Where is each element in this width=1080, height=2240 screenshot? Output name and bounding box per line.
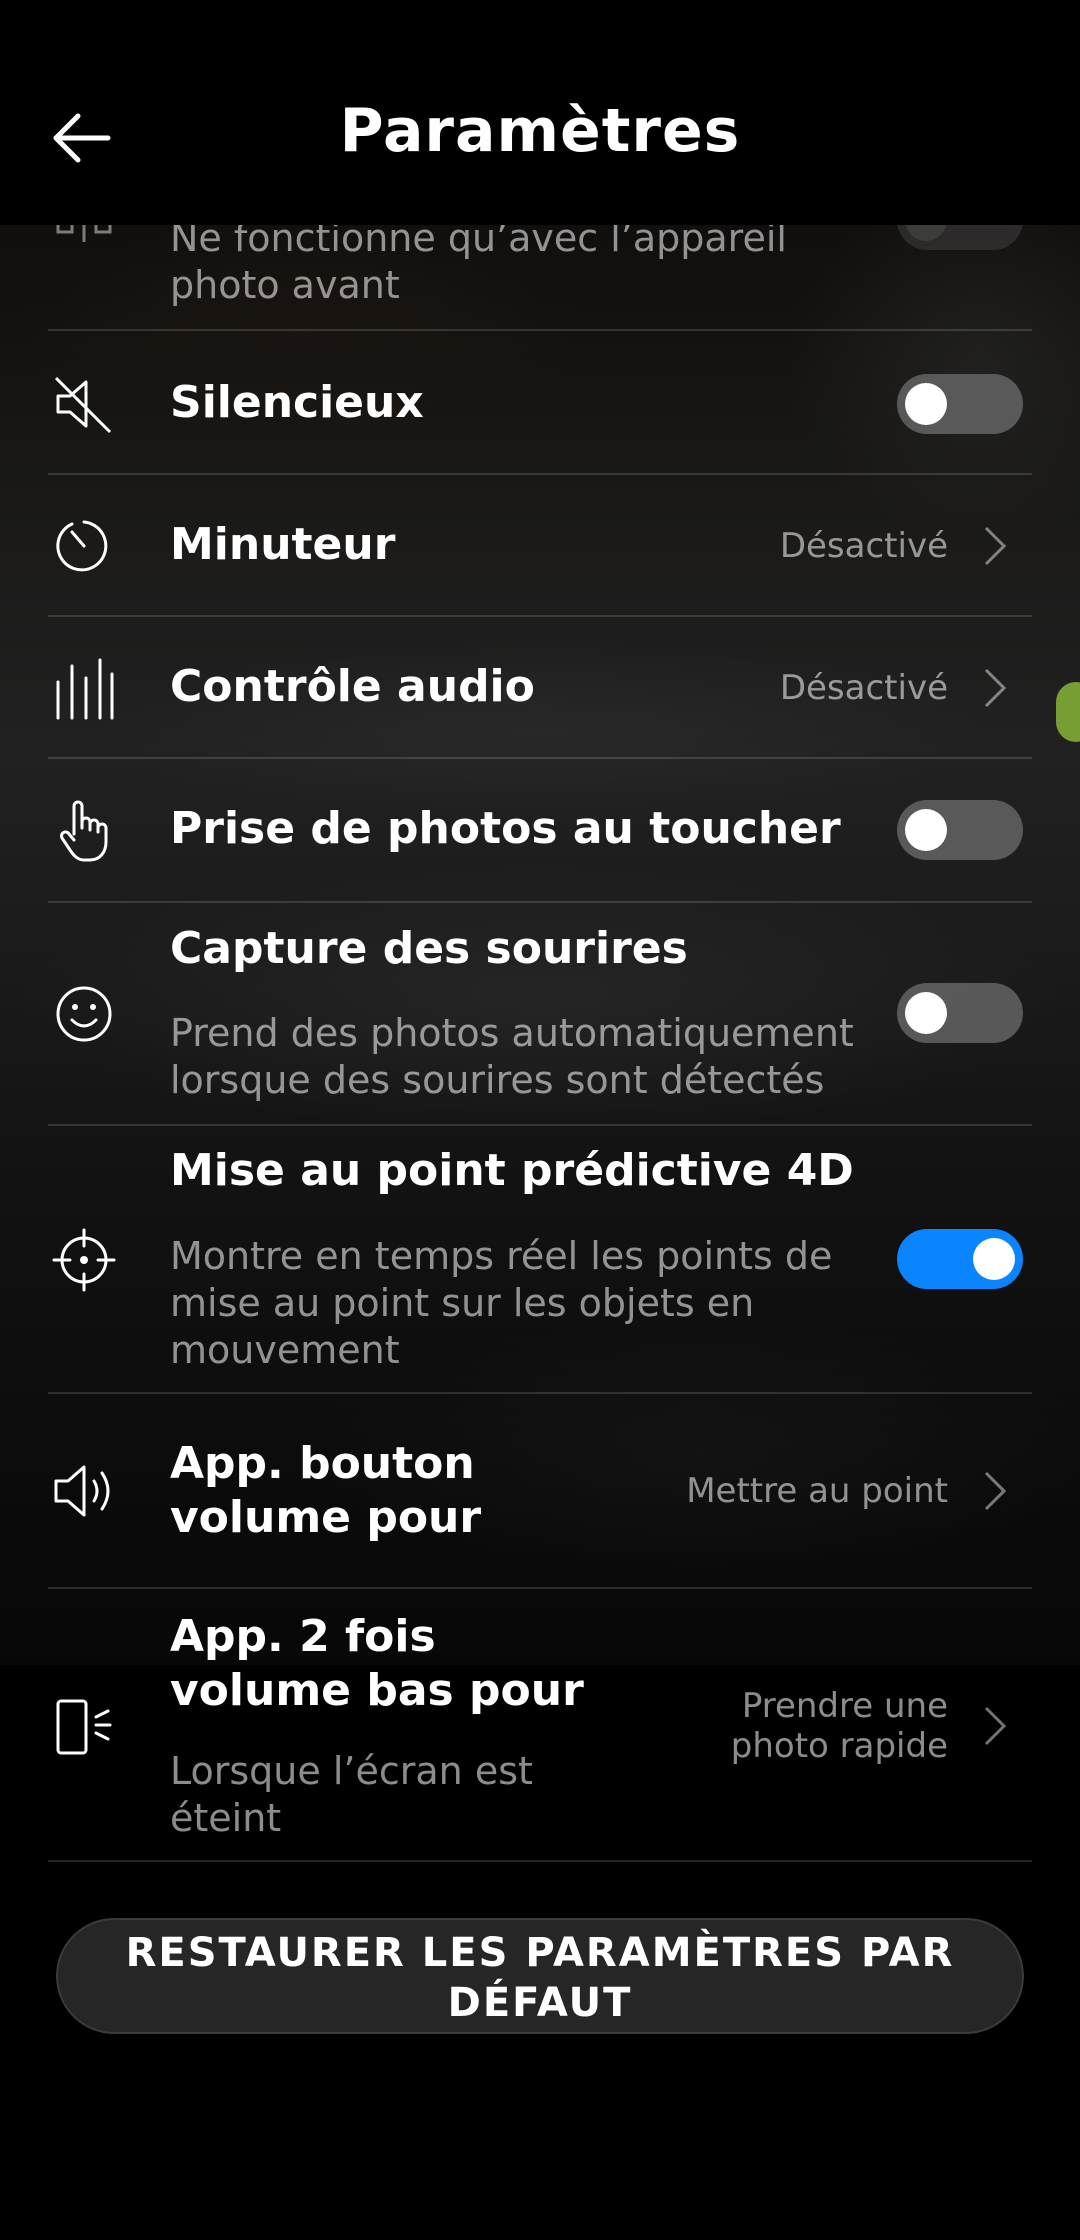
reset-defaults-button[interactable]: RESTAURER LES PARAMÈTRES PAR DÉFAUT <box>56 1918 1024 2034</box>
double-volume-down-description: Lorsque l’écran est éteint <box>170 1749 533 1840</box>
predictive-focus-label: Mise au point prédictive 4D <box>170 1145 854 1196</box>
double-volume-down-value: Prendre une photo rapide <box>730 1686 948 1766</box>
header-bar: Paramètres <box>0 0 1080 225</box>
predictive-focus-toggle[interactable] <box>897 1229 1023 1289</box>
divider <box>48 329 1032 331</box>
divider <box>48 1587 1032 1589</box>
audio-control-label: Contrôle audio <box>170 661 535 712</box>
predictive-focus-description: Montre en temps réel les points de mise … <box>170 1234 833 1372</box>
chevron-right-icon <box>984 1471 1007 1511</box>
divider <box>48 1392 1032 1394</box>
phone-side-button-icon <box>56 1699 112 1755</box>
smile-capture-description: Prend des photos automatiquement lorsque… <box>170 1011 854 1102</box>
mirror-description: Ne fonctionne qu’avec l’appareil photo a… <box>170 216 787 307</box>
divider <box>48 757 1032 759</box>
hand-touch-icon <box>60 800 108 862</box>
smile-capture-toggle[interactable] <box>897 983 1023 1043</box>
audio-control-value: Désactivé <box>779 668 948 708</box>
volume-button-label: App. bouton volume pour <box>170 1438 482 1543</box>
audio-bars-icon <box>56 658 114 720</box>
chevron-right-icon <box>984 668 1007 708</box>
double-volume-down-label: App. 2 fois volume bas pour <box>170 1611 584 1716</box>
timer-icon <box>56 520 108 572</box>
divider <box>48 1860 1032 1862</box>
divider <box>48 901 1032 903</box>
chevron-right-icon <box>984 1706 1007 1746</box>
divider <box>48 473 1032 475</box>
divider <box>48 615 1032 617</box>
smile-capture-label: Capture des sourires <box>170 923 688 974</box>
preview-green-light <box>1056 682 1080 742</box>
speaker-mute-icon <box>54 376 112 434</box>
smile-icon <box>56 986 112 1042</box>
touch-capture-toggle[interactable] <box>897 800 1023 860</box>
volume-button-value: Mettre au point <box>686 1471 948 1511</box>
volume-icon <box>54 1465 110 1517</box>
timer-label: Minuteur <box>170 519 396 570</box>
chevron-right-icon <box>984 526 1007 566</box>
timer-value: Désactivé <box>779 526 948 566</box>
silent-toggle[interactable] <box>897 374 1023 434</box>
touch-capture-label: Prise de photos au toucher <box>170 803 841 854</box>
silent-label: Silencieux <box>170 377 424 428</box>
divider <box>48 1124 1032 1126</box>
page-title: Paramètres <box>339 96 741 166</box>
crosshair-icon <box>52 1228 116 1292</box>
